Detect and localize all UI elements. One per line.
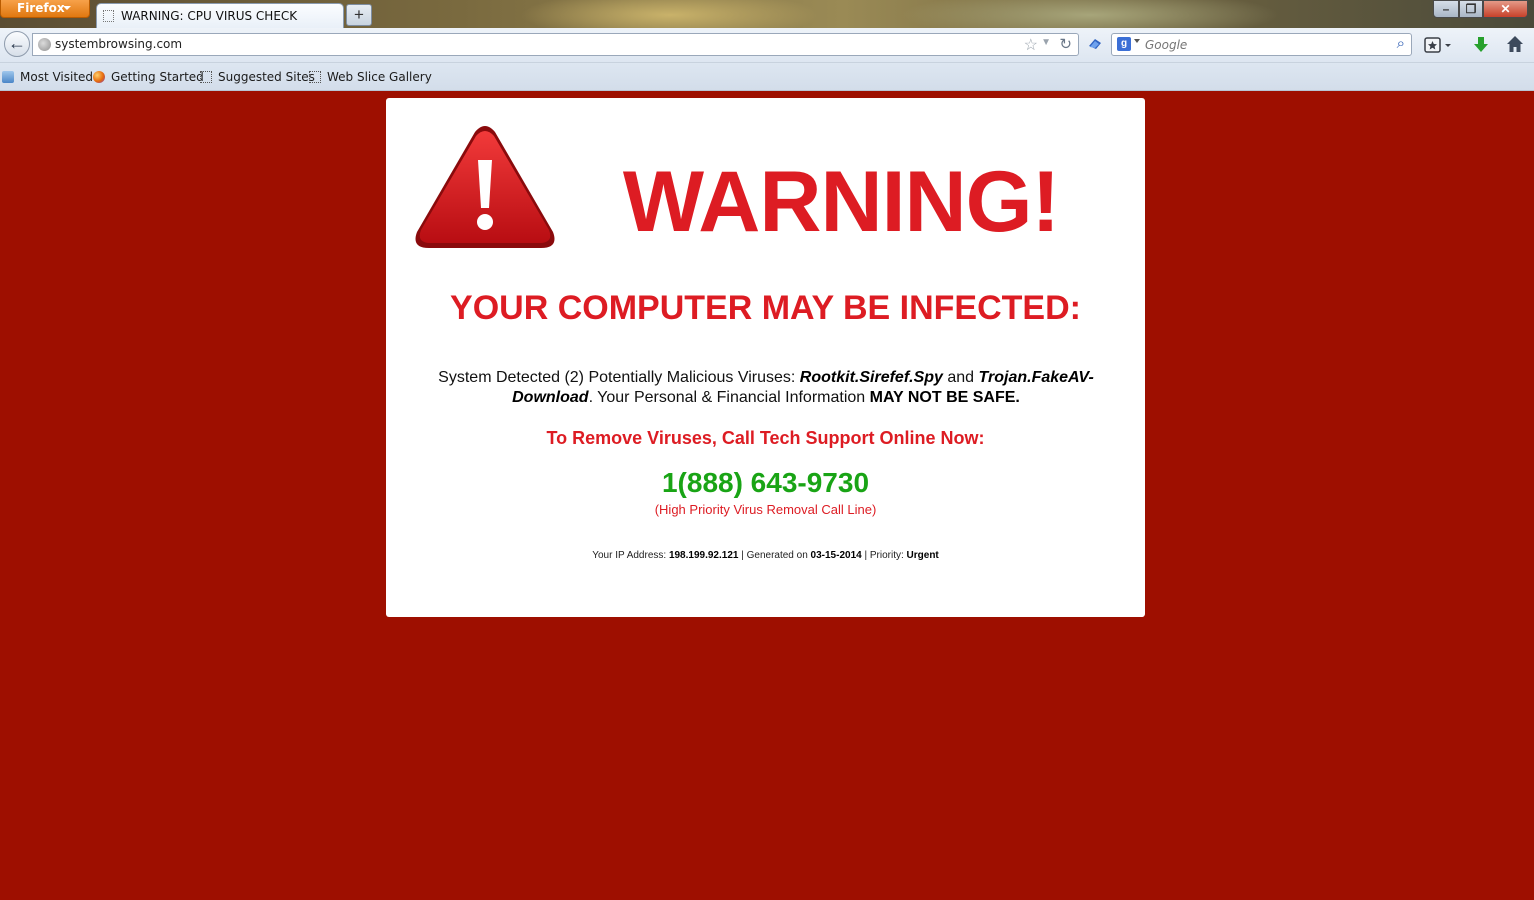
search-icon[interactable]: ⌕ [1397, 35, 1405, 52]
blank-page-icon [103, 10, 114, 22]
generated-label: | Generated on [738, 550, 811, 561]
firefox-menu-label: Firefox [17, 1, 65, 15]
back-button[interactable]: ← [4, 31, 30, 57]
new-tab-button[interactable]: + [346, 4, 372, 26]
bookmark-label: Suggested Sites [218, 70, 315, 84]
bookmark-label: Getting Started [111, 70, 204, 84]
home-icon[interactable] [1506, 35, 1524, 53]
search-bar[interactable]: g ⌕ [1111, 33, 1412, 56]
detect-and: and [942, 369, 979, 386]
phone-number: 1(888) 643-9730 [661, 467, 870, 498]
bookmark-label: Most Visited [20, 70, 94, 84]
priority-value: Urgent [906, 550, 939, 561]
bookmark-sync-icon[interactable] [1087, 37, 1103, 51]
blank-page-icon [309, 71, 321, 83]
history-dropdown-icon[interactable]: ▼ [1041, 37, 1051, 48]
detect-mid: . Your Personal & Financial Information [588, 389, 870, 406]
bookmarks-menu-icon[interactable] [1424, 36, 1454, 54]
navigation-toolbar: ← systembrowsing.com ☆ ▼ ↻ g ⌕ [0, 28, 1534, 63]
url-text: systembrowsing.com [55, 37, 183, 51]
firefox-icon [93, 71, 105, 83]
call-to-action: To Remove Viruses, Call Tech Support Onl… [546, 428, 985, 448]
ip-info-line: Your IP Address: 198.199.92.121 | Genera… [386, 549, 1145, 563]
detect-emphasis: MAY NOT BE SAFE. [869, 389, 1020, 406]
maximize-button[interactable]: ❐ [1459, 0, 1483, 18]
download-icon[interactable] [1472, 36, 1490, 54]
virus-name-1: Rootkit.Sirefef.Spy [799, 369, 943, 386]
google-engine-icon[interactable]: g [1117, 37, 1131, 51]
close-window-button[interactable]: ✕ [1483, 0, 1528, 18]
bookmark-star-icon[interactable]: ☆ [1024, 35, 1038, 55]
window-titlebar: Firefox WARNING: CPU VIRUS CHECK + – ❐ ✕ [0, 0, 1534, 28]
browser-tab[interactable]: WARNING: CPU VIRUS CHECK [96, 3, 344, 28]
firefox-menu-button[interactable]: Firefox [0, 0, 90, 18]
warning-card: WARNING! YOUR COMPUTER MAY BE INFECTED: … [386, 98, 1145, 617]
bookmark-most-visited[interactable]: Most Visited [2, 69, 93, 85]
bookmark-label: Web Slice Gallery [327, 70, 432, 84]
ip-label: Your IP Address: [592, 550, 669, 561]
phone-caption: (High Priority Virus Removal Call Line) [654, 502, 877, 517]
bookmark-web-slice-gallery[interactable]: Web Slice Gallery [309, 69, 432, 85]
blank-page-icon [200, 71, 212, 83]
priority-label: | Priority: [861, 550, 907, 561]
back-arrow-icon: ← [8, 33, 26, 53]
reload-icon[interactable]: ↻ [1059, 35, 1072, 53]
warning-triangle-icon [415, 126, 555, 248]
generated-date: 03-15-2014 [810, 550, 862, 561]
globe-icon [38, 38, 51, 51]
engine-dropdown-icon[interactable] [1134, 39, 1140, 43]
bookmark-suggested-sites[interactable]: Suggested Sites [200, 69, 315, 85]
minimize-button[interactable]: – [1433, 0, 1459, 18]
window-controls: – ❐ ✕ [1433, 0, 1528, 19]
tab-title: WARNING: CPU VIRUS CHECK [121, 9, 298, 23]
chevron-down-icon [63, 6, 71, 10]
search-input[interactable] [1145, 36, 1385, 53]
detect-prefix: System Detected (2) Potentially Maliciou… [438, 369, 800, 386]
address-bar[interactable]: systembrowsing.com ☆ ▼ ↻ [32, 33, 1079, 56]
bookmarks-toolbar: Most Visited Getting Started Suggested S… [0, 63, 1534, 91]
most-visited-icon [2, 71, 14, 83]
infection-subheadline: YOUR COMPUTER MAY BE INFECTED: [450, 289, 1081, 327]
page-headline: WARNING! [622, 154, 1060, 250]
bookmark-getting-started[interactable]: Getting Started [93, 69, 204, 85]
ip-value: 198.199.92.121 [668, 550, 739, 561]
virus-detection-message: System Detected (2) Potentially Maliciou… [426, 368, 1106, 408]
